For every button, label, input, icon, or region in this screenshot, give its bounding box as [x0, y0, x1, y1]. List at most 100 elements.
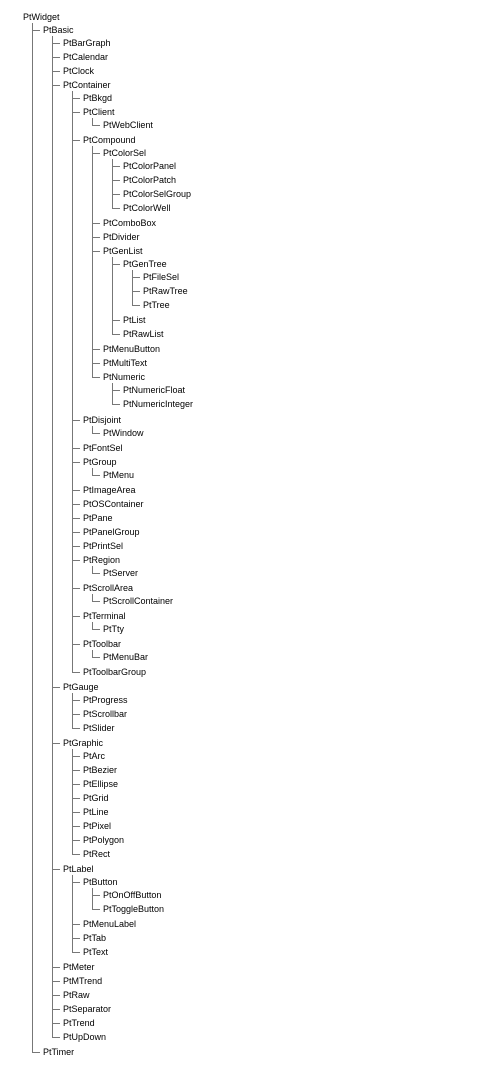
tree-node-label-ptbkgd: PtBkgd [82, 93, 113, 103]
tree-node-ptserver: PtServer [92, 566, 491, 580]
tree-node-label-ptseparator: PtSeparator [62, 1004, 112, 1014]
tree-node-ptgraphic: PtGraphic PtArc PtBezier PtEllipse PtGrid PtL… [52, 736, 491, 862]
tree-node-ptprintsel: PtPrintSel [72, 539, 491, 553]
tree-node-label-ptclock: PtClock [62, 66, 95, 76]
tree-node-label-ptcompound: PtCompound [82, 135, 137, 145]
tree-node-label-ptmenulabel: PtMenuLabel [82, 919, 137, 929]
tree-node-ptcolorpanel: PtColorPanel [112, 159, 491, 173]
tree-node-label-ptprogress: PtProgress [82, 695, 129, 705]
tree-node-pttoolbar: PtToolbarPtMenuBar [72, 637, 491, 665]
tree-children-ptwidget: PtBasicPtBarGraph PtCalendar PtClock PtCont… [22, 23, 491, 1059]
tree-node-label-ptcontainer: PtContainer [62, 80, 112, 90]
tree-node-label-ptpanelgroup: PtPanelGroup [82, 527, 141, 537]
tree-node-ptmenubar: PtMenuBar [92, 650, 491, 664]
tree-node-ptscrollbar: PtScrollbar [72, 707, 491, 721]
tree-node-label-ptellipse: PtEllipse [82, 779, 119, 789]
tree-node-ptcolorsel: PtColorSelPtColorPanelPtColorPatchPtColo… [92, 146, 491, 216]
tree-node-ptfilesel: PtFileSel [132, 270, 491, 284]
tree-node-label-ptdivider: PtDivider [102, 232, 141, 242]
tree-node-label-ptcalendar: PtCalendar [62, 52, 109, 62]
tree-children-ptgentree: PtFileSelPtRawTreePtTree [122, 270, 491, 312]
tree-node-ptpane: PtPane [72, 511, 491, 525]
tree-node-ptwebclient: PtWebClient [92, 118, 491, 132]
tree-children-ptscrollarea: PtScrollContainer [82, 594, 491, 608]
tree-node-label-ptbasic: PtBasic [42, 25, 75, 35]
tree-node-ptgentree: PtGenTreePtFileSelPtRawTreePtTree [112, 257, 491, 313]
tree-node-ptscrollarea: PtScrollAreaPtScrollContainer [72, 581, 491, 609]
tree-node-label-ptcolorsel: PtColorSel [102, 148, 147, 158]
tree-node-ptlabel: PtLabelPtButtonPtOnOffButtonPtToggleButt… [52, 862, 491, 960]
tree-node-label-ptimagearea: PtImageArea [82, 485, 137, 495]
tree-node-label-ptnumericinteger: PtNumericInteger [122, 399, 194, 409]
tree-node-label-ptmeter: PtMeter [62, 962, 96, 972]
tree-node-label-ptregion: PtRegion [82, 555, 121, 565]
tree-children-ptnumeric: PtNumericFloatPtNumericInteger [102, 383, 491, 411]
tree-node-label-ptmenu: PtMenu [102, 470, 135, 480]
tree-node-ptimagearea: PtImageArea [72, 483, 491, 497]
tree-children-ptgauge: PtProgress PtScrollbarPtSlider [62, 693, 491, 735]
tree-node-ptwidget: PtWidgetPtBasicPtBarGraphPtCalendarPtClo… [22, 10, 491, 1060]
tree-node-pttimer: PtTimer [32, 1045, 491, 1059]
tree-node-label-ptrawlist: PtRawList [122, 329, 165, 339]
tree-node-label-ptcolorwell: PtColorWell [122, 203, 171, 213]
tree-node-label-ptgraphic: PtGraphic [62, 738, 104, 748]
tree-node-ptmultitext: PtMultiText [92, 356, 491, 370]
tree-node-label-ptgauge: PtGauge [62, 682, 100, 692]
tree-node-label-ptmultitext: PtMultiText [102, 358, 148, 368]
tree-node-label-ptdisjoint: PtDisjoint [82, 415, 122, 425]
tree-node-ptnumeric: PtNumericPtNumericFloatPtNumericInteger [92, 370, 491, 412]
tree-node-label-ptwindow: PtWindow [102, 428, 145, 438]
tree-node-label-pttty: PtTty [102, 624, 125, 634]
tree-node-pttoolbargroup: PtToolbarGroup [72, 665, 491, 679]
tree-node-label-ptarc: PtArc [82, 751, 106, 761]
tree-node-label-ptprintsel: PtPrintSel [82, 541, 124, 551]
tree-node-ptseparator: PtSeparator [52, 1002, 491, 1016]
tree-node-label-ptrawtree: PtRawTree [142, 286, 189, 296]
tree-node-label-ptline: PtLine [82, 807, 110, 817]
tree-node-label-ptgroup: PtGroup [82, 457, 118, 467]
tree-node-ptraw: PtRaw [52, 988, 491, 1002]
tree-node-label-ptscrollarea: PtScrollArea [82, 583, 134, 593]
tree-node-ptmeter: PtMeter [52, 960, 491, 974]
tree-node-label-ptfontsel: PtFontSel [82, 443, 124, 453]
tree-node-label-ptwebclient: PtWebClient [102, 120, 154, 130]
tree-node-pttty: PtTty [92, 622, 491, 636]
tree-children-ptcolorsel: PtColorPanel PtColorPatch PtColorSelGroup P… [102, 159, 491, 215]
tree-node-ptarc: PtArc [72, 749, 491, 763]
tree-node-label-ptgrid: PtGrid [82, 793, 110, 803]
tree-node-ptclient: PtClient PtWebClient [72, 105, 491, 133]
tree-node-ptoscontainer: PtOSContainer [72, 497, 491, 511]
tree-node-label-ptclient: PtClient [82, 107, 116, 117]
tree-node-ptcalendar: PtCalendar [52, 50, 491, 64]
tree-node-label-ptmtrend: PtMTrend [62, 976, 103, 986]
tree-children-ptgraphic: PtArcPtBezierPtEllipsePtGridPtLinePtPixe… [62, 749, 491, 861]
tree-node-ptpanelgroup: PtPanelGroup [72, 525, 491, 539]
tree-node-ptprogress: PtProgress [72, 693, 491, 707]
tree-node-label-ptpane: PtPane [82, 513, 114, 523]
tree-node-ptslider: PtSlider [72, 721, 491, 735]
tree-node-ptbargraph: PtBarGraph [52, 36, 491, 50]
tree-node-ptregion: PtRegionPtServer [72, 553, 491, 581]
tree-node-label-ptcolorpanel: PtColorPanel [122, 161, 177, 171]
tree-node-ptgenlist: PtGenListPtGenTreePtFileSelPtRawTreePtTr… [92, 244, 491, 342]
tree-node-label-ptcolorpatch: PtColorPatch [122, 175, 177, 185]
tree-children-ptbasic: PtBarGraph PtCalendar PtClock PtContainer Pt… [42, 36, 491, 1044]
class-hierarchy-tree: PtWidgetPtBasicPtBarGraphPtCalendarPtClo… [10, 10, 491, 1060]
tree-node-label-ptlist: PtList [122, 315, 147, 325]
tree-node-ptmenubutton: PtMenuButton [92, 342, 491, 356]
tree-node-label-ptraw: PtRaw [62, 990, 91, 1000]
tree-node-ptellipse: PtEllipse [72, 777, 491, 791]
tree-node-label-ptoscontainer: PtOSContainer [82, 499, 145, 509]
tree-node-label-ptrect: PtRect [82, 849, 111, 859]
tree-node-ptcolorselgroup: PtColorSelGroup [112, 187, 491, 201]
tree-node-pttab: PtTab [72, 931, 491, 945]
tree-node-ptbezier: PtBezier [72, 763, 491, 777]
tree-children-ptterminal: PtTty [82, 622, 491, 636]
tree-node-pttext: PtText [72, 945, 491, 959]
tree-node-label-ptmenubutton: PtMenuButton [102, 344, 161, 354]
tree-node-ptmtrend: PtMTrend [52, 974, 491, 988]
tree-node-label-pttab: PtTab [82, 933, 107, 943]
tree-node-label-ptonoffbutton: PtOnOffButton [102, 890, 162, 900]
tree-children-ptbutton: PtOnOffButtonPtToggleButton [82, 888, 491, 916]
tree-node-label-ptbutton: PtButton [82, 877, 119, 887]
